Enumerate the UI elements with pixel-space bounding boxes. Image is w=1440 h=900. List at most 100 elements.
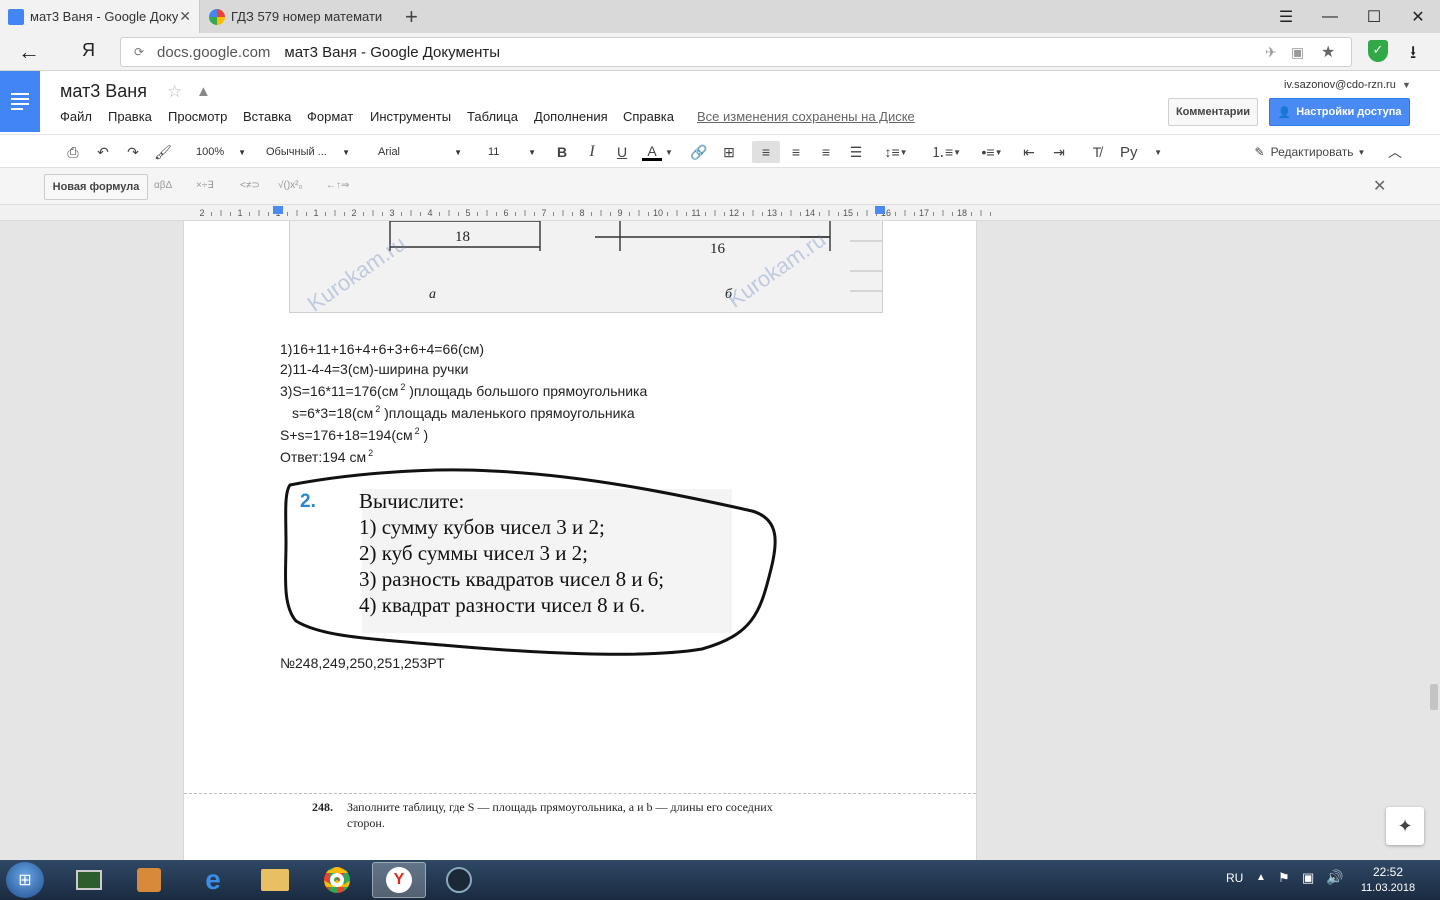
right-indent-marker[interactable]	[875, 206, 885, 214]
back-arrow-icon[interactable]: ←	[18, 39, 40, 65]
decrease-indent-icon[interactable]: ⇤	[1018, 141, 1040, 163]
homework-line: №248,249,250,251,253РТ	[280, 655, 445, 671]
media-player-icon[interactable]	[122, 862, 176, 898]
minimize-icon[interactable]: —	[1308, 0, 1352, 33]
share-button[interactable]: 👤 Настройки доступа	[1269, 98, 1410, 126]
bold-button[interactable]: B	[552, 141, 572, 163]
greek-letters-menu[interactable]: αβΔ	[154, 180, 172, 191]
scrollbar-thumb[interactable]	[1430, 684, 1438, 710]
increase-indent-icon[interactable]: ⇥	[1048, 141, 1070, 163]
operators-menu[interactable]: ×÷∃	[196, 180, 214, 191]
menu-insert[interactable]: Вставка	[243, 109, 291, 124]
menu-edit[interactable]: Правка	[108, 109, 152, 124]
ie-icon[interactable]: e	[186, 862, 240, 898]
comments-button[interactable]: Комментарии	[1168, 98, 1258, 126]
url-field[interactable]: ⟳ docs.google.com мат3 Ваня - Google Док…	[120, 37, 1352, 67]
menu-table[interactable]: Таблица	[467, 109, 518, 124]
collapse-menu-icon[interactable]: ︿	[1384, 141, 1406, 163]
clock-date[interactable]: 11.03.2018	[1356, 882, 1420, 894]
menu-addons[interactable]: Дополнения	[534, 109, 608, 124]
align-right-icon[interactable]: ≡	[814, 141, 838, 163]
redo-icon[interactable]: ↷	[122, 141, 144, 163]
text-color-button[interactable]: A	[640, 141, 664, 163]
doc-title[interactable]: мат3 Ваня	[60, 81, 147, 102]
yandex-browser-icon[interactable]: Y	[372, 862, 426, 898]
drive-folder-icon[interactable]: ▲	[196, 83, 211, 100]
relations-menu[interactable]: <≠⊃	[240, 180, 260, 191]
new-tab-button[interactable]: +	[405, 4, 418, 30]
menu-format[interactable]: Формат	[307, 109, 353, 124]
document-page[interactable]: 18 16 а б Kurokam.ru Kurokam.ru 1)16+11+…	[183, 221, 977, 860]
site-info-icon[interactable]: ⟳	[121, 45, 157, 59]
align-center-icon[interactable]: ≡	[784, 141, 808, 163]
star-icon[interactable]: ☆	[167, 82, 182, 102]
numbered-list-icon[interactable]: ⒈≡ ▼	[928, 141, 964, 163]
network-icon[interactable]: ▣	[1302, 870, 1314, 886]
pin-icon[interactable]: ✈	[1265, 44, 1291, 61]
exercise-text-1: Заполните таблицу, где S — площадь прямо…	[347, 800, 773, 814]
menu-view[interactable]: Просмотр	[168, 109, 227, 124]
undo-icon[interactable]: ↶	[92, 141, 114, 163]
docs-home-icon[interactable]	[0, 71, 40, 132]
account-email[interactable]: iv.sazonov@cdo-rzn.ru	[1284, 79, 1396, 91]
solution-line-1: 1)16+11+16+4+6+3+6+4=66(см)	[280, 341, 484, 357]
zoom-select[interactable]: 100% ▼	[188, 141, 246, 163]
format-toolbar: ⎙ ↶ ↷ 🖌 100% ▼ Обычный ... ▼ Arial ▼ 11 ▼ B …	[0, 134, 1440, 168]
exercise-text-2: сторон.	[347, 816, 385, 830]
bookmark-star-icon[interactable]: ★	[1321, 42, 1351, 62]
clear-formatting-icon[interactable]: T̸	[1086, 141, 1108, 163]
left-indent-marker[interactable]	[273, 206, 283, 214]
chevron-down-icon[interactable]: ▼	[664, 141, 674, 163]
line-spacing-icon[interactable]: ↕≡ ▼	[878, 141, 914, 163]
volume-icon[interactable]: 🔊	[1326, 869, 1343, 886]
ruler-label: 15	[843, 208, 853, 218]
italic-button[interactable]: I	[582, 141, 602, 163]
font-select[interactable]: Arial ▼	[370, 141, 462, 163]
explore-icon[interactable]: ✦	[1386, 807, 1424, 845]
lock-icon[interactable]: ▣	[1291, 44, 1321, 61]
paint-format-icon[interactable]: 🖌	[152, 141, 174, 163]
download-icon[interactable]: ⭳	[1410, 40, 1416, 70]
tab-gdz[interactable]: ГДЗ 579 номер математика	[201, 0, 391, 33]
chrome-icon[interactable]	[310, 862, 364, 898]
close-window-icon[interactable]: ✕	[1396, 0, 1440, 33]
arrows-menu[interactable]: ←↑⇒	[326, 180, 349, 191]
bulleted-list-icon[interactable]: •≡ ▼	[974, 141, 1010, 163]
close-tab-icon[interactable]: ✕	[179, 8, 191, 25]
new-formula-button[interactable]: Новая формула	[44, 174, 148, 200]
steam-icon[interactable]	[432, 862, 486, 898]
yandex-icon[interactable]: Я	[82, 40, 95, 61]
editing-mode-select[interactable]: ✎ Редактировать ▼	[1250, 141, 1370, 163]
close-equation-bar-icon[interactable]: ✕	[1373, 176, 1386, 196]
task-image: 2. Вычислите: 1) сумму кубов чисел 3 и 2…	[282, 463, 778, 659]
menu-icon[interactable]: ☰	[1264, 0, 1308, 33]
input-tools-select[interactable]: Ру ▼	[1120, 141, 1162, 163]
math-operations-menu[interactable]: √()x²₀	[278, 180, 303, 191]
menu-tools[interactable]: Инструменты	[370, 109, 451, 124]
maximize-icon[interactable]: ☐	[1352, 0, 1396, 33]
protect-shield-icon[interactable]: ✓	[1368, 40, 1388, 62]
link-icon[interactable]: 🔗	[688, 141, 710, 163]
menu-help[interactable]: Справка	[623, 109, 674, 124]
align-justify-icon[interactable]: ☰	[844, 141, 868, 163]
start-button[interactable]: ⊞	[6, 862, 44, 898]
menu-file[interactable]: Файл	[60, 109, 92, 124]
print-icon[interactable]: ⎙	[62, 141, 84, 163]
add-comment-icon[interactable]: ⊞	[718, 141, 740, 163]
tab-docs[interactable]: мат3 Ваня - Google Доку ✕	[0, 0, 200, 33]
input-language[interactable]: RU	[1226, 871, 1243, 885]
align-left-icon[interactable]: ≡	[752, 141, 780, 163]
action-center-flag-icon[interactable]: ⚑	[1278, 870, 1290, 886]
font-size-select[interactable]: 11 ▼	[480, 141, 536, 163]
underline-button[interactable]: U	[612, 141, 632, 163]
tray-expand-icon[interactable]: ▲	[1256, 872, 1266, 883]
url-page-title: мат3 Ваня - Google Документы	[284, 43, 501, 61]
clock-time[interactable]: 22:52	[1358, 865, 1418, 879]
share-label: Настройки доступа	[1296, 106, 1402, 118]
task-manager-icon[interactable]	[62, 862, 116, 898]
saved-status-link[interactable]: Все изменения сохранены на Диске	[697, 109, 915, 124]
explorer-folder-icon[interactable]	[248, 862, 302, 898]
style-select[interactable]: Обычный ... ▼	[258, 141, 350, 163]
account-dropdown-icon[interactable]: ▼	[1402, 80, 1411, 90]
chevron-down-icon: ▼	[342, 147, 350, 157]
